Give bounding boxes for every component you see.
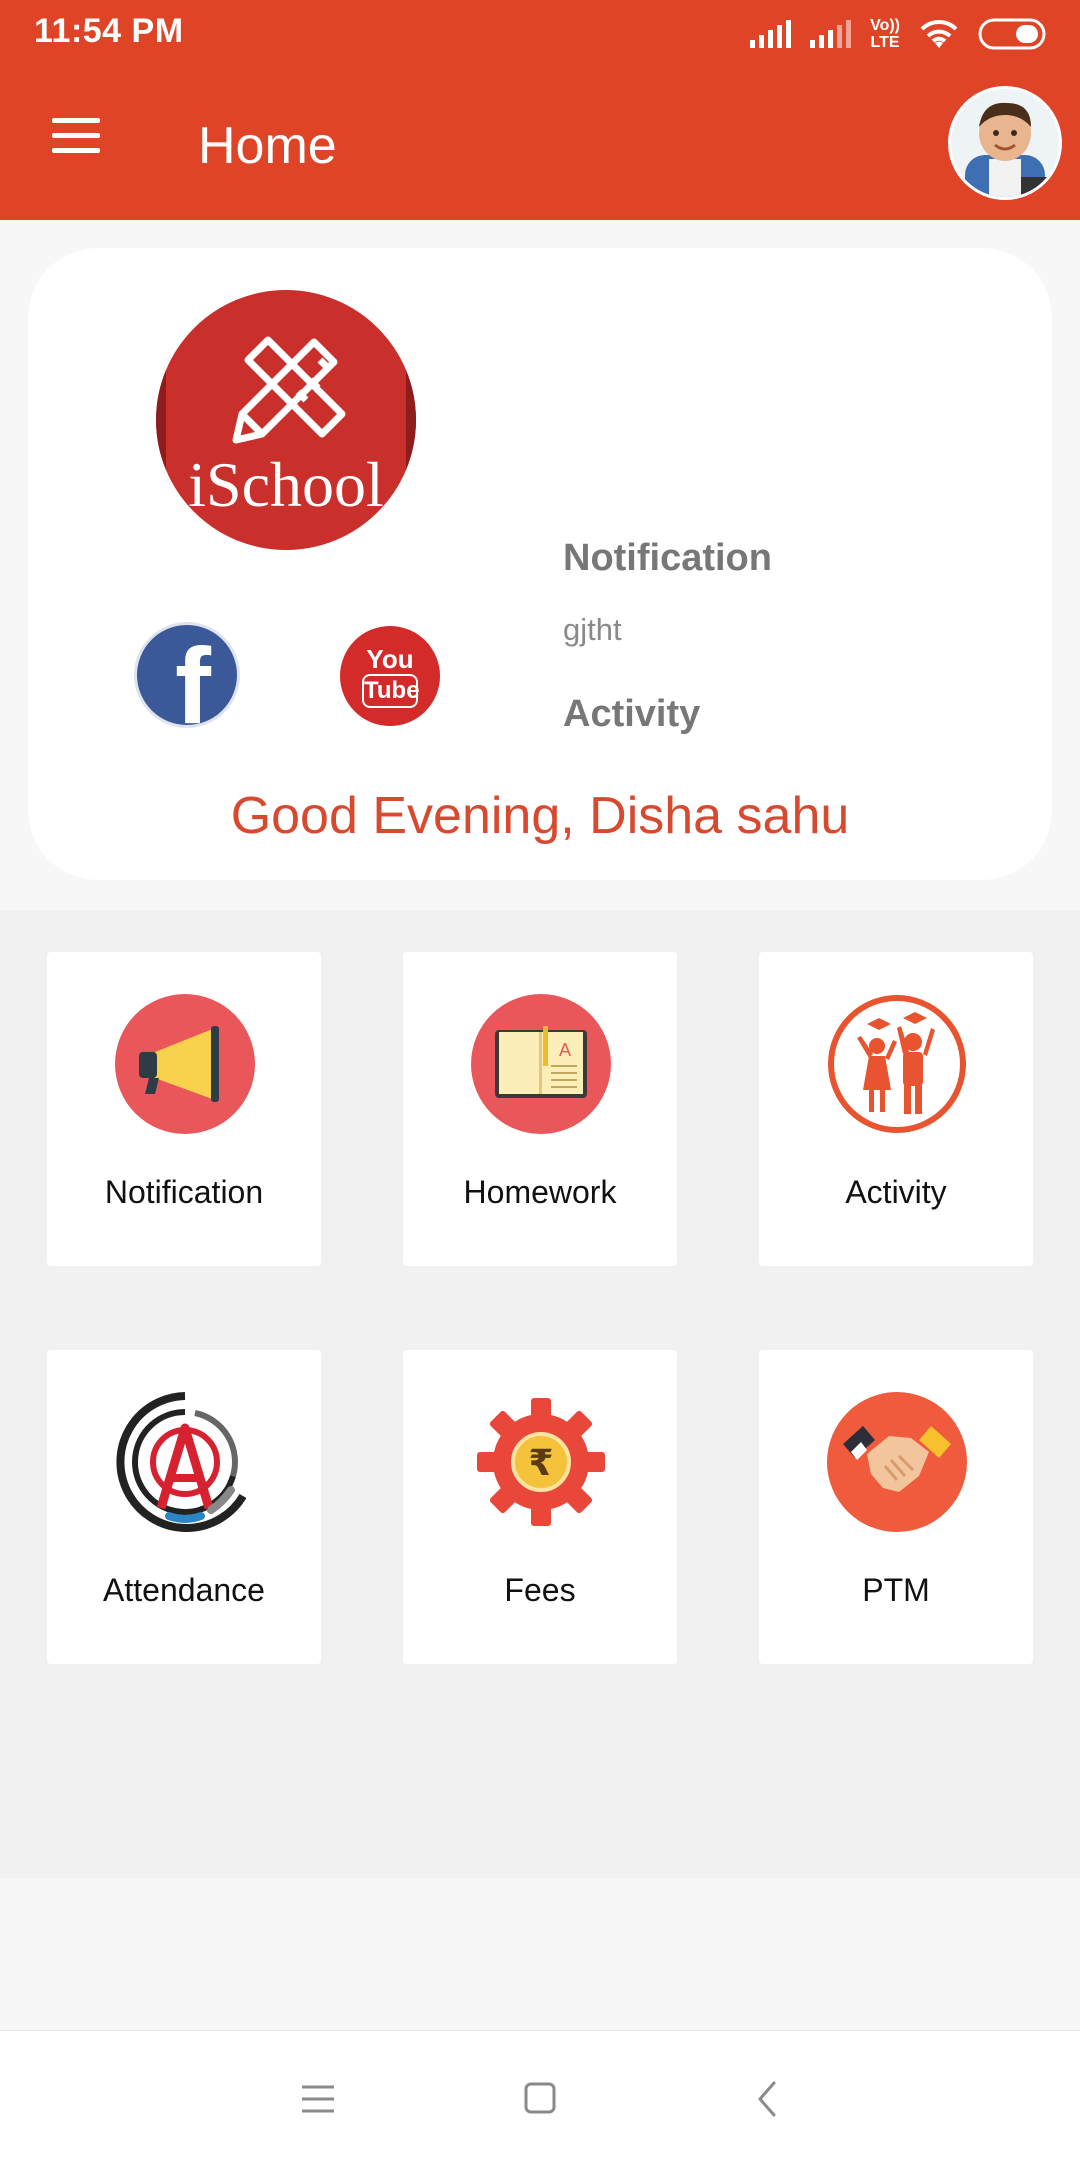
tile-homework[interactable]: A Homework bbox=[403, 952, 677, 1266]
megaphone-icon bbox=[115, 994, 255, 1134]
tile-attendance[interactable]: Attendance bbox=[47, 1350, 321, 1664]
facebook-icon: f bbox=[175, 625, 211, 728]
volte-top: Vo)) bbox=[870, 17, 900, 34]
signal-icon bbox=[810, 20, 852, 48]
avatar[interactable] bbox=[948, 86, 1062, 200]
youtube-button[interactable]: You Tube bbox=[340, 626, 440, 726]
svg-text:₹: ₹ bbox=[528, 1443, 553, 1484]
status-bar: 11:54 PM Vo)) LTE bbox=[0, 0, 1080, 66]
status-time: 11:54 PM bbox=[34, 12, 184, 50]
volte-icon: Vo)) LTE bbox=[870, 17, 900, 51]
youtube-icon-tube: Tube bbox=[362, 674, 420, 708]
facebook-button[interactable]: f bbox=[134, 622, 240, 728]
app-bar: 11:54 PM Vo)) LTE Home bbox=[0, 0, 1080, 220]
features-grid: Notification A Homework Activity Attenda… bbox=[0, 910, 1080, 1878]
menu-icon-line bbox=[52, 148, 100, 153]
menu-button[interactable] bbox=[44, 116, 108, 168]
tile-ptm[interactable]: PTM bbox=[759, 1350, 1033, 1664]
svg-text:A: A bbox=[559, 1040, 571, 1060]
school-name: iSchool bbox=[188, 449, 384, 520]
back-icon[interactable] bbox=[738, 2071, 798, 2127]
handshake-icon bbox=[827, 1392, 967, 1532]
news-feed: Notification gjtht Activity bbox=[563, 526, 1023, 796]
tile-label: Attendance bbox=[103, 1572, 265, 1608]
volte-bottom: LTE bbox=[870, 34, 900, 51]
feed-heading: Activity bbox=[563, 693, 701, 735]
menu-icon[interactable] bbox=[288, 2071, 348, 2127]
greeting-text: Good Evening, Disha sahu bbox=[230, 787, 850, 845]
feed-text: gjtht bbox=[563, 612, 622, 647]
header-section: iSchool f You Tube Notification gjtht Ac… bbox=[0, 220, 1080, 910]
tile-label: Activity bbox=[845, 1174, 947, 1210]
school-logo: iSchool bbox=[156, 290, 416, 550]
status-icons: Vo)) LTE bbox=[750, 14, 1046, 54]
wifi-icon bbox=[920, 19, 958, 48]
page-title: Home bbox=[198, 117, 337, 175]
rupee-gear-icon: ₹ bbox=[477, 1398, 605, 1526]
tile-activity[interactable]: Activity bbox=[759, 952, 1033, 1266]
system-nav-bar bbox=[0, 2030, 1080, 2160]
tile-label: Homework bbox=[463, 1174, 617, 1210]
attendance-icon bbox=[116, 1392, 247, 1532]
tile-label: Fees bbox=[504, 1572, 576, 1608]
menu-icon-line bbox=[52, 133, 100, 138]
tile-label: Notification bbox=[104, 1174, 264, 1210]
menu-icon bbox=[52, 118, 100, 123]
battery-icon bbox=[978, 18, 1046, 50]
info-card: iSchool f You Tube Notification gjtht Ac… bbox=[28, 248, 1052, 880]
feed-heading: Notification bbox=[563, 537, 772, 579]
home-square-icon[interactable] bbox=[510, 2071, 570, 2127]
tile-fees[interactable]: ₹ Fees bbox=[403, 1350, 677, 1664]
book-icon: A bbox=[471, 994, 611, 1134]
youtube-icon-you: You bbox=[366, 644, 414, 674]
signal-icon bbox=[750, 20, 792, 48]
profile-photo-icon bbox=[951, 89, 1059, 197]
bottom-spacer bbox=[0, 1878, 1080, 2030]
tile-notification[interactable]: Notification bbox=[47, 952, 321, 1266]
students-icon bbox=[828, 995, 966, 1133]
tile-label: PTM bbox=[862, 1572, 930, 1608]
